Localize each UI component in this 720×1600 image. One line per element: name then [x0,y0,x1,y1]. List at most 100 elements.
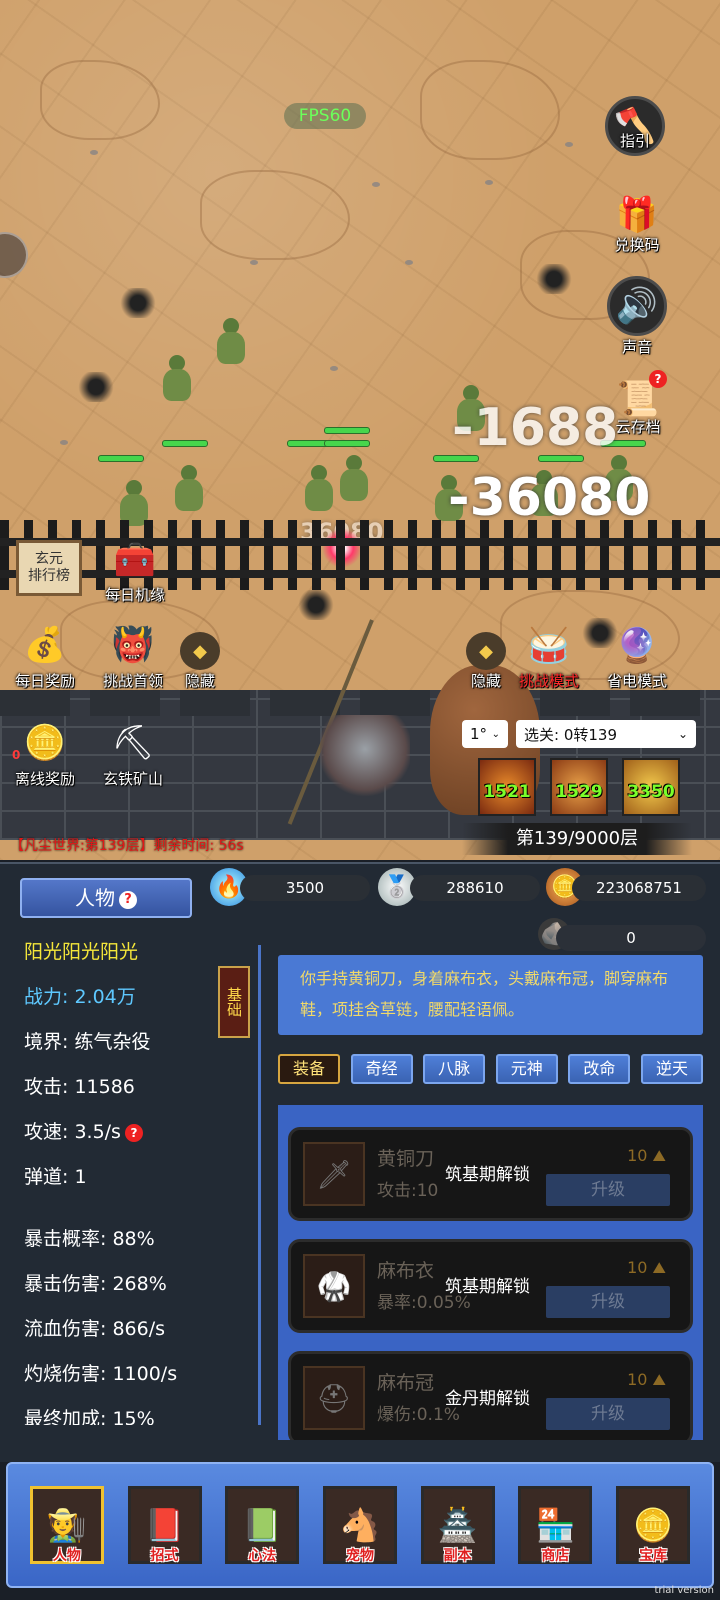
nav-mind-method[interactable]: 📗 心法 [225,1486,300,1564]
skill-slot-3[interactable]: 3350 [622,758,680,816]
leaderboard-button[interactable]: 玄元 排行榜 [16,540,82,596]
chest-icon: 🧰 [113,540,157,580]
ground-crack [200,170,350,260]
character-tab[interactable]: 人物? [20,878,192,918]
hide-left-button[interactable]: ◆ 隐藏 [180,632,220,691]
unlock-requirement: 筑基期解锁 [445,1165,530,1185]
treasure-coin-icon: 🪙 [633,1506,673,1544]
chevron-down-icon: ⌄ [677,727,688,741]
equipment-item[interactable]: 🗡 黄铜刀 攻击:10 筑基期解锁 10 ⛰ 升级 [288,1127,693,1221]
nav-shop[interactable]: 🏪 商店 [518,1486,593,1564]
panel-divider [258,945,261,1425]
upgrade-button[interactable]: 升级 [546,1398,670,1430]
dungeon-icon: 🏯 [437,1506,478,1544]
pebble [90,150,98,155]
offline-count-badge: 0 [12,748,21,762]
nav-moves[interactable]: 📕 招式 [127,1486,202,1564]
subtab-gaiming[interactable]: 改命 [568,1054,631,1084]
nav-character[interactable]: 🧑‍🌾 人物 [29,1486,104,1564]
bush [534,264,574,294]
subtab-bamai[interactable]: 八脉 [423,1054,486,1084]
power-save-mode-button[interactable]: 🔮 省电模式 [604,622,670,691]
upgrade-cost-value: 10 [627,1146,648,1165]
skill-slot-2[interactable]: 1529 [550,758,608,816]
power-save-mode-label: 省电模式 [606,672,667,690]
sound-button[interactable]: 🔊 声音 [607,276,667,357]
question-badge-icon: ? [649,370,667,388]
iron-mine-label: 玄铁矿山 [102,770,163,788]
subtab-nitian[interactable]: 逆天 [640,1054,703,1084]
enemy-soldier[interactable] [212,318,250,368]
damage-number: -1688 [452,398,619,458]
enemy-soldier[interactable] [158,355,196,405]
daily-chance-label: 每日机缘 [104,586,165,604]
speaker-icon: 🔊 [607,276,667,336]
enemy-soldier[interactable] [300,465,338,515]
nav-treasury[interactable]: 🪙 宝库 [616,1486,691,1564]
redeem-code-button[interactable]: 🎁 兑换码 [604,184,670,255]
pebble [485,180,493,185]
speed-value: 1° [470,725,488,743]
battlefield: FPS60 -1688 -36080 36080 🪓 指引 🎁 兑换码 🔊 [0,0,720,860]
nav-label: 副本 [443,1548,472,1564]
pebble [405,260,413,265]
enemy-hp-bar [98,455,144,462]
nav-dungeon[interactable]: 🏯 副本 [420,1486,495,1564]
upgrade-cost-value: 10 [627,1258,648,1277]
arrow-up-icon: ◆ [180,632,220,670]
bush [76,372,116,402]
pebble [372,182,380,187]
equipment-item[interactable]: ⛑ 麻布冠 爆伤:0.1% 金丹期解锁 10 ⛰ 升级 [288,1351,693,1440]
subtab-yuanshen[interactable]: 元神 [495,1054,558,1084]
challenge-mode-button[interactable]: 🥁 挑战模式 [516,622,582,691]
equipment-attr: 攻击:10 [377,1181,439,1201]
guide-button[interactable]: 🪓 指引 [605,96,665,156]
shop-icon: 🏪 [535,1506,576,1544]
skill-slot-1[interactable]: 1521 [478,758,536,816]
speed-select[interactable]: 1° ⌄ [462,720,508,748]
red-book-icon: 📕 [144,1506,185,1544]
nav-label: 宠物 [345,1548,374,1564]
realm-timer: 【凡尘世界:第139层】剩余时间: 56s [10,838,244,854]
final-bonus-stat: 最终加成: 15% [24,1408,155,1425]
enemy-hp-bar [162,440,208,447]
cloud-save-button[interactable]: 📜 ? 云存档 [605,368,671,437]
attack-speed-row: 攻速: 3.5/s? [24,1110,258,1155]
daily-chance-button[interactable]: 🧰 每日机缘 [102,536,168,605]
stage-value: 选关: 0转139 [524,725,617,744]
hide-right-button[interactable]: ◆ 隐藏 [466,632,506,691]
help-icon[interactable]: ? [124,1123,143,1142]
equipment-name: 黄铜刀 [377,1148,435,1170]
mine-cart-icon: ⛏ [111,723,155,763]
gold-ingot-icon: 💰 [23,625,67,665]
iron-mine-button[interactable]: ⛏ 玄铁矿山 [100,718,166,789]
upgrade-button[interactable]: 升级 [546,1286,670,1318]
challenge-mode-label: 挑战模式 [518,672,579,690]
collapse-edge-button[interactable] [0,232,28,278]
basic-tab[interactable]: 基础 [218,966,250,1038]
enemy-soldier[interactable] [170,465,208,515]
helmet-icon: ⛑ [303,1366,365,1430]
skill-cooldown-2: 1529 [555,782,603,802]
bleed-damage-stat: 流血伤害: 866/s [24,1318,166,1340]
gold-coin-icon: 🪙 0 [12,723,67,763]
nav-pet[interactable]: 🐴 宠物 [322,1486,397,1564]
subtab-equipment[interactable]: 装备 [278,1054,340,1084]
hide-left-label: 隐藏 [184,672,215,690]
hero-character [320,715,410,800]
offline-reward-button[interactable]: 🪙 0 离线奖励 [12,718,78,789]
help-icon[interactable]: ? [119,890,137,909]
subtab-qijing[interactable]: 奇经 [350,1054,413,1084]
daily-reward-button[interactable]: 💰 每日奖励 [12,620,78,691]
enemy-soldier[interactable] [335,455,373,505]
attack-stat: 攻击: 11586 [24,1076,135,1098]
upgrade-button[interactable]: 升级 [546,1174,670,1206]
spirit-counter: 3500 [240,875,370,901]
equipment-item[interactable]: 🥋 麻布衣 暴率:0.05% 筑基期解锁 10 ⛰ 升级 [288,1239,693,1333]
pebble [250,260,258,265]
hide-right-label: 隐藏 [470,672,501,690]
crit-damage-stat: 暴击伤害: 268% [24,1273,167,1295]
challenge-boss-button[interactable]: 👹 挑战首领 [100,620,166,691]
pebble [330,366,338,371]
stage-select[interactable]: 选关: 0转139 ⌄ [516,720,696,748]
